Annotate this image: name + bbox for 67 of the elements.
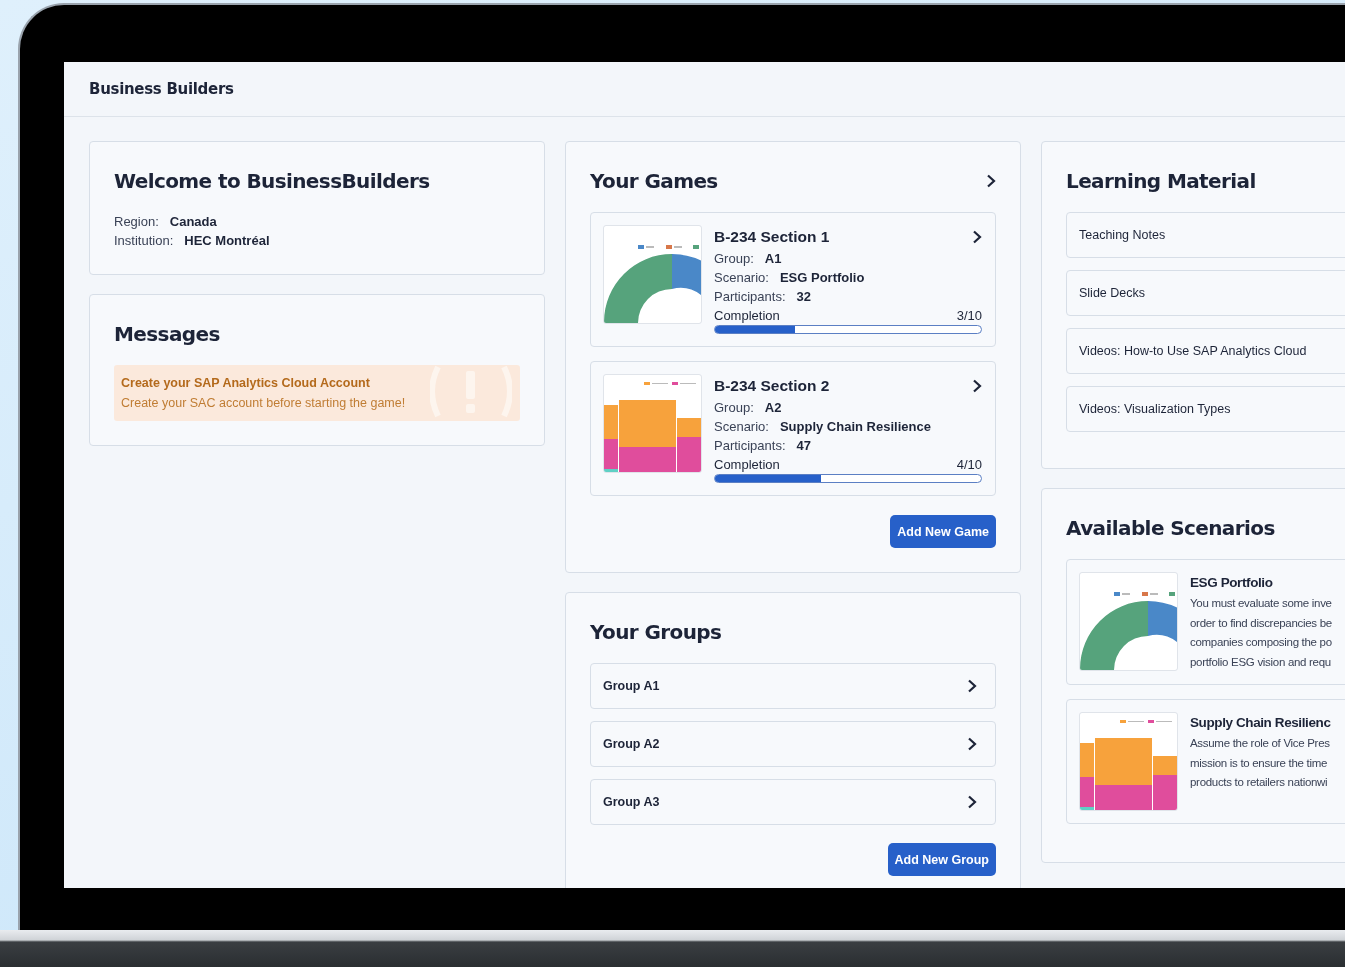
material-name: Videos: How-to Use SAP Analytics Cloud [1079, 344, 1307, 358]
field-label: Region: [114, 213, 159, 231]
alert-title: Create your SAP Analytics Cloud Account [121, 375, 371, 392]
app-title: Business Builders [89, 80, 234, 98]
scenario-description: companies composing the po [1190, 635, 1332, 650]
group-name: Group A3 [603, 795, 660, 809]
group-row[interactable]: Group A3 [590, 779, 996, 825]
scenario-card[interactable]: Supply Chain Resilienc Assume the role of Vice Pres mission is to ensure the time products to retailers nationwi [1066, 699, 1345, 824]
completion-count: 4/10 [956, 456, 982, 474]
chevron-right-icon[interactable] [967, 795, 977, 809]
card-title: Your Games [590, 168, 718, 195]
scenario-description: You must evaluate some inve [1190, 596, 1332, 611]
chevron-right-icon[interactable] [972, 230, 982, 244]
completion-count: 3/10 [956, 307, 982, 325]
scenario-name: Supply Chain Resilienc [1190, 714, 1331, 732]
material-row[interactable]: Videos: How-to Use SAP Analytics Cloud [1066, 328, 1345, 374]
card-title: Messages [114, 321, 221, 348]
field-value: A1 [764, 250, 782, 268]
scenario-description: mission is to ensure the time [1190, 755, 1329, 771]
field-label: Scenario: [714, 269, 769, 287]
scenario-description: order to find discrepancies be [1190, 615, 1332, 631]
material-row[interactable]: Slide Decks [1066, 270, 1345, 316]
group-row[interactable]: Group A1 [590, 663, 996, 709]
material-row[interactable]: Teaching Notes [1066, 212, 1345, 258]
alert-text: Create your SAC account before starting the game! [121, 395, 407, 412]
chevron-right-icon[interactable] [967, 679, 977, 693]
material-name: Slide Decks [1079, 286, 1145, 300]
group-row[interactable]: Group A2 [590, 721, 996, 767]
game-card[interactable]: B-234 Section 1 Group: A1 Scenario: ESG Portfolio Participants: 32 Completion 3/10 [590, 212, 996, 347]
card-title: Welcome to BusinessBuilders [114, 168, 431, 195]
field-value: 32 [796, 288, 811, 306]
field-label: Group: [714, 250, 754, 268]
card-title: Learning Material [1066, 168, 1257, 195]
scenario-name: ESG Portfolio [1190, 574, 1274, 592]
group-name: Group A1 [603, 679, 660, 693]
game-name: B-234 Section 1 [714, 227, 830, 247]
warning-icon [430, 365, 512, 418]
add-group-button[interactable]: Add New Group [887, 843, 996, 876]
scenario-description: portfolio ESG vision and requ [1190, 654, 1332, 670]
field-label: Group: [714, 399, 754, 417]
field-value: Supply Chain Resilience [779, 418, 931, 436]
game-card[interactable]: B-234 Section 2 Group: A2 Scenario: Supply Chain Resilience Participants: 47 Completion 4/10 [590, 361, 996, 496]
add-game-button[interactable]: Add New Game [890, 515, 996, 548]
completion-label: Completion [714, 456, 780, 474]
field-value: 47 [796, 437, 811, 455]
chevron-right-icon[interactable] [972, 379, 982, 393]
card-title: Available Scenarios [1066, 515, 1276, 542]
field-label: Institution: [114, 232, 174, 250]
field-value: A2 [764, 399, 782, 417]
chevron-right-icon[interactable] [986, 174, 996, 188]
group-name: Group A2 [603, 737, 660, 751]
field-label: Participants: [714, 288, 786, 306]
material-row[interactable]: Videos: Visualization Types [1066, 386, 1345, 432]
field-label: Scenario: [714, 418, 769, 436]
field-value: HEC Montréal [184, 232, 270, 250]
field-label: Participants: [714, 437, 786, 455]
completion-label: Completion [714, 307, 780, 325]
material-name: Videos: Visualization Types [1079, 402, 1231, 416]
card-title: Your Groups [590, 619, 723, 646]
material-name: Teaching Notes [1079, 228, 1166, 242]
field-value: Canada [169, 213, 217, 231]
chevron-right-icon[interactable] [967, 737, 977, 751]
scenario-description: Assume the role of Vice Pres [1190, 736, 1331, 751]
scenario-description: products to retailers nationwi [1190, 775, 1329, 790]
field-value: ESG Portfolio [779, 269, 865, 287]
scenario-card[interactable]: ESG Portfolio You must evaluate some inve order to find discrepancies be companies composing the po portfolio ESG vision and requ [1066, 559, 1345, 685]
game-name: B-234 Section 2 [714, 376, 830, 396]
